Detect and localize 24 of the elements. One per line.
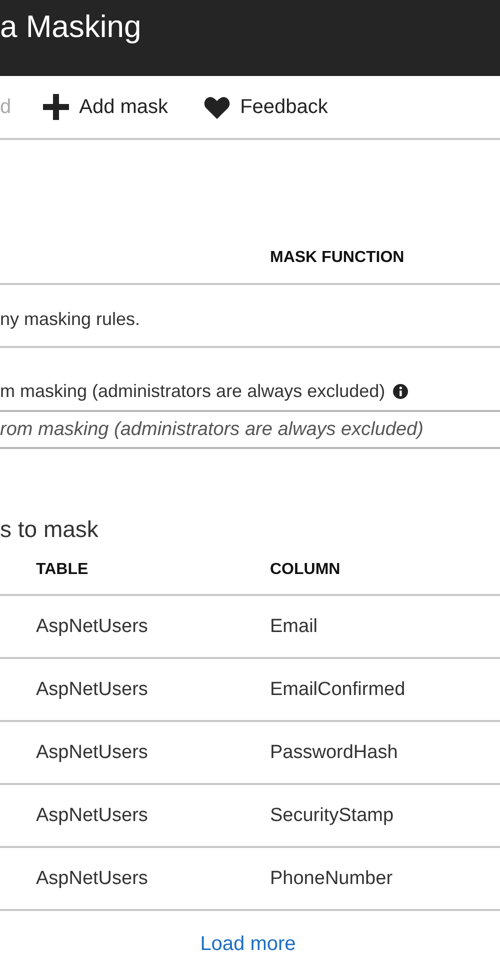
table-cell-text: PhoneNumber [270, 868, 394, 890]
plus-icon [43, 94, 70, 120]
table-cell-text: AspNetUsers [35, 804, 149, 826]
table-cell-text: AspNetUsers [35, 868, 149, 890]
info-icon [393, 384, 408, 399]
page-title: a Masking [0, 8, 142, 46]
input-field[interactable]: rom masking (administrators are always excluded) [0, 410, 500, 449]
column-header: COLUMN [270, 560, 342, 578]
heart-icon [204, 96, 230, 118]
column-header: MASK FUNCTION [270, 248, 404, 266]
table-cell-text: AspNetUsers [35, 678, 149, 700]
column-header: TABLE [35, 560, 90, 578]
table-cell-text: SecurityStamp [270, 804, 395, 826]
table-cell-text: EmailConfirmed [270, 678, 406, 700]
feedback-button[interactable]: Feedback [204, 87, 328, 127]
field-label: m masking (administrators are always excluded) [0, 381, 386, 402]
table-cell-text: AspNetUsers [35, 742, 149, 764]
table-cell-text: PasswordHash [270, 742, 399, 764]
load-more-link[interactable]: Load more [200, 933, 296, 956]
section-title: s to mask [0, 515, 98, 544]
table-cell-text: AspNetUsers [35, 616, 149, 638]
empty-message: ny masking rules. [0, 309, 140, 330]
add-mask-button[interactable]: Add mask [43, 87, 168, 127]
table-cell-text: Email [270, 616, 319, 638]
